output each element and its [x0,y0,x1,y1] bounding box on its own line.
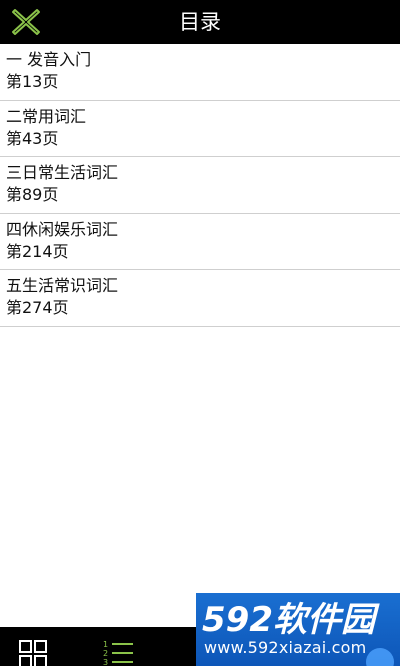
watermark-592: 592软件园 www.592xiazai.com [196,593,400,666]
chapter-page: 第43页 [6,128,59,148]
watermark-brand: 592软件园 [202,600,380,639]
top-bar: 目录 [0,0,400,44]
chapter-page: 第274页 [6,298,69,317]
chapter-page: 第214页 [6,241,69,261]
watermark-url: www.592xiazai.com [204,638,367,657]
toc-item-5[interactable]: 五生活常识词汇 第274页 [0,270,400,327]
list-number-3: 3 [103,658,108,666]
toc-item-1[interactable]: 一 发音入门 第13页 [0,44,400,101]
page-title: 目录 [179,10,221,34]
close-x-icon [12,9,40,35]
chapter-title: 三日常生活词汇 [6,163,119,182]
grid-view-button[interactable] [18,639,48,666]
watermark-dot [366,648,394,666]
chapter-title: 一 发音入门 [6,50,92,69]
toc-item-4[interactable]: 四休闲娱乐词汇 第214页 [0,214,400,270]
chapter-page: 第89页 [6,185,59,204]
close-button[interactable] [6,4,46,40]
watermark-logo: 592软件园 [202,600,380,639]
app-root: 目录 一 发音入门 第13页 二常用词汇 第43页 三日常生活词汇 第89页 四… [0,0,400,666]
chapter-title: 五生活常识词汇 [6,276,119,295]
chapter-title: 四休闲娱乐词汇 [6,219,119,239]
list-number-2: 2 [103,649,108,658]
chapter-page: 第13页 [6,72,59,91]
chapter-title: 二常用词汇 [6,106,87,126]
grid-view-icon [19,640,47,666]
list-view-button[interactable]: 1 2 3 [101,638,137,666]
toc-list: 一 发音入门 第13页 二常用词汇 第43页 三日常生活词汇 第89页 四休闲娱… [0,44,400,327]
numbered-list-icon: 1 2 3 [103,640,133,666]
toc-item-3[interactable]: 三日常生活词汇 第89页 [0,157,400,214]
list-number-1: 1 [103,640,108,649]
toc-item-2[interactable]: 二常用词汇 第43页 [0,101,400,157]
